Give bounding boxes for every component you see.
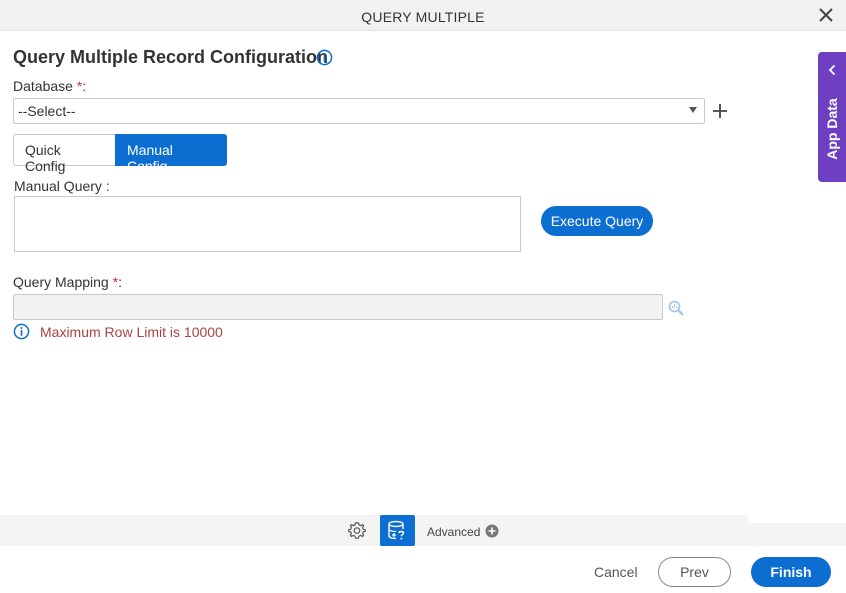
execute-query-button[interactable]: Execute Query bbox=[541, 206, 653, 236]
prev-button[interactable]: Prev bbox=[658, 557, 731, 587]
query-mapping-input[interactable] bbox=[13, 294, 663, 320]
search-icon[interactable] bbox=[668, 300, 684, 316]
toolbar-gap bbox=[748, 515, 846, 523]
chevron-down-icon bbox=[689, 107, 697, 113]
row-limit-note: Maximum Row Limit is 10000 bbox=[40, 324, 223, 340]
bottom-toolbar: Advanced bbox=[0, 515, 846, 546]
plus-circle-icon[interactable] bbox=[485, 524, 499, 538]
app-data-label: App Data bbox=[824, 98, 840, 160]
query-mapping-label: Query Mapping *: bbox=[13, 274, 122, 290]
page-title: Query Multiple Record Configuration bbox=[13, 47, 329, 67]
chevron-left-icon bbox=[828, 64, 836, 76]
manual-query-input[interactable] bbox=[14, 196, 521, 252]
finish-button[interactable]: Finish bbox=[751, 557, 831, 587]
query-mapping-label-text: Query Mapping bbox=[13, 274, 109, 290]
tab-quick-config[interactable]: Quick Config bbox=[13, 134, 116, 174]
database-label-text: Database bbox=[13, 78, 73, 94]
dialog-title: QUERY MULTIPLE bbox=[361, 9, 485, 25]
close-icon[interactable] bbox=[818, 7, 834, 23]
dialog-titlebar: QUERY MULTIPLE bbox=[0, 0, 846, 31]
info-icon bbox=[13, 323, 30, 340]
gear-icon[interactable] bbox=[346, 520, 368, 542]
advanced-label[interactable]: Advanced bbox=[427, 525, 480, 539]
database-select-value: --Select-- bbox=[18, 103, 76, 119]
info-icon[interactable] bbox=[316, 49, 333, 66]
manual-query-label: Manual Query : bbox=[14, 178, 110, 194]
database-query-button[interactable] bbox=[380, 515, 415, 546]
tab-manual-config[interactable]: Manual Config bbox=[115, 134, 227, 174]
database-label: Database *: bbox=[13, 78, 86, 94]
database-help-icon bbox=[388, 520, 405, 540]
label-suffix: : bbox=[118, 274, 122, 290]
label-suffix: : bbox=[82, 78, 87, 94]
cancel-button[interactable]: Cancel bbox=[594, 564, 638, 580]
app-data-panel-tab[interactable]: App Data bbox=[818, 52, 846, 182]
database-select[interactable]: --Select-- bbox=[13, 98, 705, 124]
add-database-icon[interactable] bbox=[711, 102, 729, 120]
